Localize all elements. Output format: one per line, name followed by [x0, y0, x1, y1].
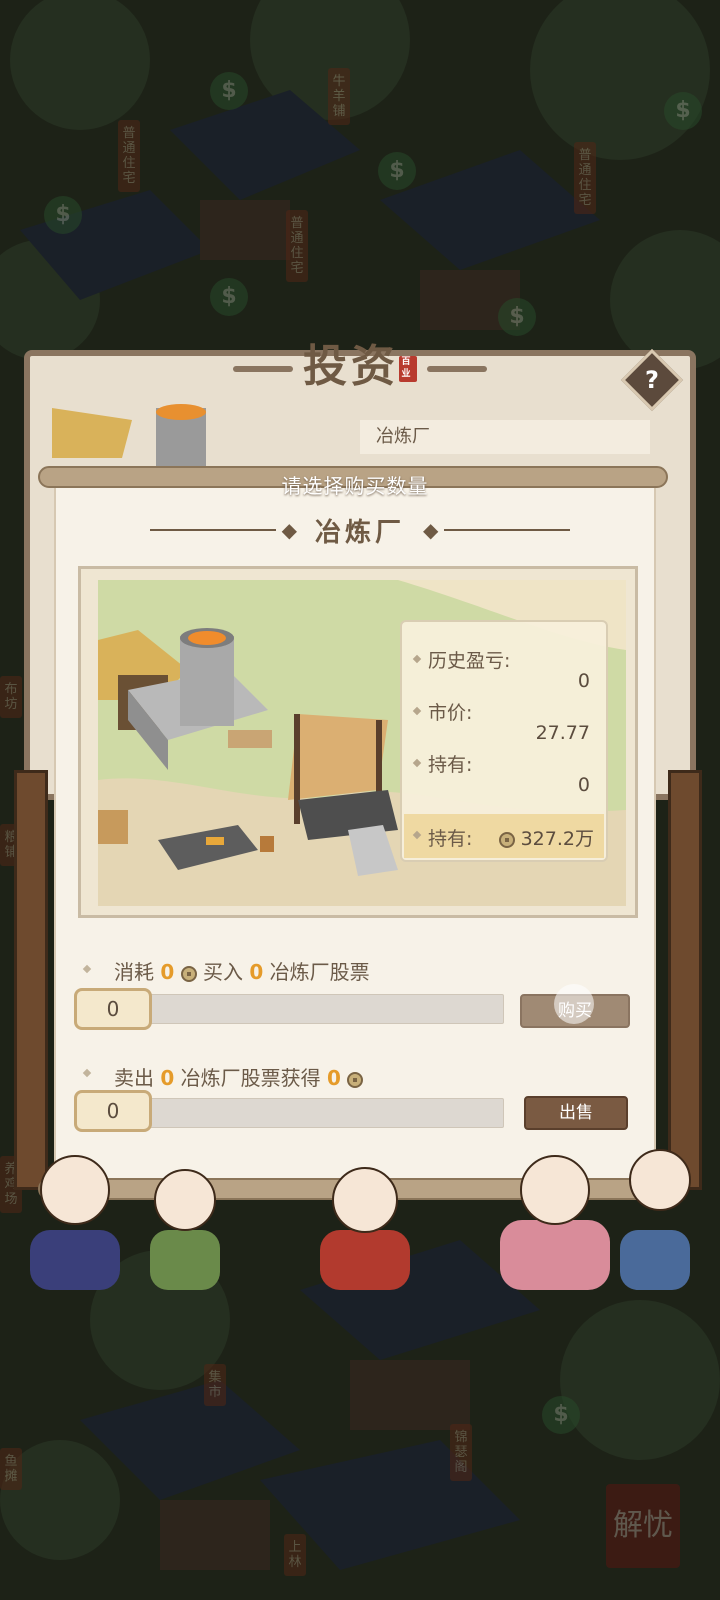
buy-stock-label: 冶炼厂股票 [269, 960, 370, 984]
invest-panel-title: 投资 百业 [0, 330, 720, 394]
title-bar-left [233, 366, 293, 372]
wealth-value-group: 327.2万 [498, 824, 594, 851]
sell-summary: 卖出 0 冶炼厂股票获得 0 [114, 1062, 364, 1091]
copper-coin-icon [347, 1071, 364, 1088]
bullet-icon [412, 654, 422, 664]
bullet-icon [412, 758, 422, 768]
dialog-header: 请选择购买数量 [281, 474, 429, 498]
buy-quantity-input[interactable]: 0 [74, 988, 152, 1030]
wealth-label: 持有: [428, 828, 473, 850]
question-icon: ? [645, 366, 659, 394]
sell-stock-gain-label: 冶炼厂股票获得 [180, 1066, 321, 1090]
title-bar-right [427, 366, 487, 372]
building-title-row: ◆ 冶炼厂 ◆ [150, 512, 571, 548]
wealth-value: 327.2万 [520, 828, 594, 850]
bullet-icon [412, 830, 422, 840]
buy-in-value: 0 [249, 960, 264, 984]
title-divider [444, 529, 571, 531]
seal-icon: 百业 [399, 356, 417, 382]
copper-coin-icon [498, 831, 515, 848]
history-profit-value: 0 [577, 670, 590, 692]
gain-value: 0 [327, 1066, 341, 1090]
back-panel-item-name: 冶炼厂 [360, 420, 650, 454]
buy-quantity-slider[interactable] [130, 994, 504, 1024]
buy-summary: 消耗 0 买入 0 冶炼厂股票 [114, 956, 370, 985]
swirl-ornament-icon: ◆ [281, 518, 297, 542]
tap-highlight [554, 984, 594, 1024]
wealth-bar: 持有: 327.2万 [404, 814, 604, 858]
bullet-icon [412, 706, 422, 716]
sell-value: 0 [160, 1066, 175, 1090]
back-panel-building-thumbnail [52, 404, 206, 466]
buy-in-label: 买入 [203, 960, 243, 984]
consume-value: 0 [160, 960, 175, 984]
building-title: 冶炼厂 [315, 517, 406, 548]
copper-coin-icon [180, 965, 197, 982]
swirl-ornament-icon: ◆ [423, 518, 439, 542]
consume-label: 消耗 [114, 960, 154, 984]
market-price-value: 27.77 [535, 722, 590, 744]
villager-characters [30, 1149, 691, 1290]
sell-label: 卖出 [114, 1066, 154, 1090]
title-divider [150, 529, 276, 531]
holding-label: 持有: [428, 754, 473, 776]
history-profit-label: 历史盈亏: [428, 650, 511, 672]
market-price-label: 市价: [428, 702, 473, 724]
stock-stats-card: 历史盈亏: 0 市价: 27.77 持有: 0 持有: 327.2万 [400, 620, 608, 862]
holding-value: 0 [577, 774, 590, 796]
